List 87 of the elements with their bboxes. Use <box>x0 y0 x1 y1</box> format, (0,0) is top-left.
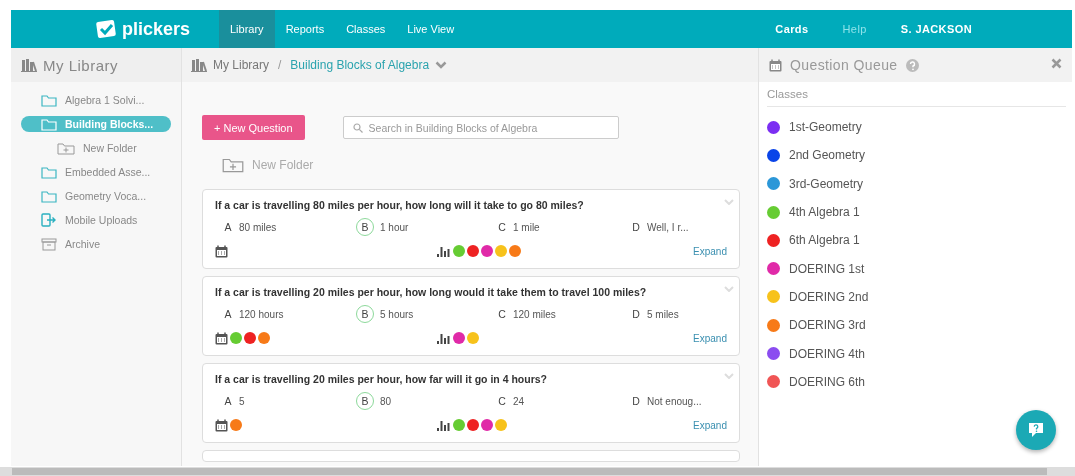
class-item[interactable]: DOERING 6th <box>767 367 1072 396</box>
archive-box-icon <box>41 237 57 251</box>
answer-text: 5 hours <box>380 308 414 320</box>
folder-icon <box>41 165 57 179</box>
close-icon <box>1051 58 1062 69</box>
nav-link[interactable]: S. JACKSON <box>900 23 972 35</box>
class-item[interactable]: 6th Algebra 1 <box>767 226 1072 255</box>
scrollbar-thumb[interactable] <box>12 468 1047 475</box>
sidebar-item[interactable]: Building Blocks... <box>21 116 171 132</box>
answer-text: 80 <box>380 395 392 407</box>
bar-chart-icon <box>437 419 451 431</box>
bar-chart-icon <box>437 245 451 257</box>
answer-text: 5 miles <box>647 308 679 320</box>
question-text: If a car is travelling 80 miles per hour, how long will it take to go 80 miles? <box>215 199 585 211</box>
folder-icon <box>41 189 57 203</box>
nav-tab[interactable]: Classes <box>335 10 397 48</box>
speech-bubble-icon <box>1028 422 1044 438</box>
expand-link[interactable]: Expand <box>693 332 727 344</box>
answer-letter: D <box>631 308 641 320</box>
sidebar-item[interactable]: Archive <box>21 232 171 256</box>
chevron-down-icon <box>724 373 734 379</box>
answer-text: 120 hours <box>239 308 284 320</box>
new-folder-link[interactable]: New Folder <box>252 158 314 172</box>
class-item[interactable]: 1st-Geometry <box>767 113 1072 142</box>
sidebar-item[interactable]: Geometry Voca... <box>21 184 171 208</box>
chat-help-button[interactable] <box>1016 410 1056 450</box>
sidebar-item[interactable]: Algebra 1 Solvi... <box>21 88 171 112</box>
answer-text: 80 miles <box>239 221 277 233</box>
answer-letter: C <box>497 308 507 320</box>
nav-tab[interactable]: Live View <box>396 10 466 48</box>
nav-link[interactable]: Cards <box>775 23 809 35</box>
folder-plus-icon <box>222 157 244 173</box>
folder-icon <box>41 93 57 107</box>
phone-arrow-icon <box>41 213 57 227</box>
nav-tab[interactable]: Library <box>219 10 275 48</box>
books-icon <box>21 58 37 72</box>
answer-letter: D <box>631 395 641 407</box>
expand-link[interactable]: Expand <box>693 419 727 431</box>
answer-text: 5 <box>239 395 245 407</box>
section-label: Classes <box>767 88 1066 107</box>
class-item[interactable]: DOERING 3rd <box>767 311 1072 340</box>
help-icon <box>905 58 919 72</box>
calendar-icon <box>215 418 228 432</box>
class-item[interactable]: 2nd Geometry <box>767 141 1072 170</box>
chevron-down-icon <box>724 286 734 292</box>
chevron-down-icon <box>724 199 734 205</box>
answer-text: Well, I r... <box>647 221 689 233</box>
calendar-icon <box>215 244 228 258</box>
panel-title: Question Queue <box>790 57 898 73</box>
answer-text: Not enoug... <box>647 395 702 407</box>
answer-letter: C <box>497 221 507 233</box>
search-field[interactable]: Search in Building Blocks of Algebra <box>342 116 619 139</box>
answer-letter: C <box>497 395 507 407</box>
folder-icon <box>41 117 57 131</box>
answer-letter: A <box>223 308 233 320</box>
answer-text: 1 hour <box>380 221 409 233</box>
nav-tab[interactable]: Reports <box>274 10 336 48</box>
expand-link[interactable]: Expand <box>693 245 727 257</box>
question-text: If a car is travelling 20 miles per hour, how long would it take them to travel 100 miles? <box>215 286 648 298</box>
answer-text: 120 miles <box>513 308 556 320</box>
folder-plus-icon <box>57 141 75 155</box>
answer-letter: A <box>223 395 233 407</box>
sidebar-item[interactable]: New Folder <box>21 136 171 160</box>
class-item[interactable]: DOERING 4th <box>767 339 1072 368</box>
sidebar-title: My Library <box>43 56 118 74</box>
sidebar-item[interactable]: Mobile Uploads <box>21 208 171 232</box>
class-item[interactable]: 4th Algebra 1 <box>767 197 1072 227</box>
bar-chart-icon <box>437 332 451 344</box>
class-item[interactable]: 3rd-Geometry <box>767 169 1072 198</box>
answer-letter: D <box>631 221 641 233</box>
answer-text: 24 <box>513 395 525 407</box>
question-text: If a car is travelling 20 miles per hour, how far will it go in 4 hours? <box>215 373 548 385</box>
breadcrumb-link[interactable]: My Library <box>213 58 269 72</box>
calendar-icon <box>215 331 228 345</box>
check-card-icon <box>95 19 117 39</box>
breadcrumb-separator: / <box>278 58 282 72</box>
new-question-button[interactable]: + New Question <box>202 115 305 140</box>
sidebar-item[interactable]: Embedded Asse... <box>21 160 171 184</box>
class-item[interactable]: DOERING 1st <box>767 254 1072 283</box>
breadcrumb-current: Building Blocks of Algebra <box>290 58 430 72</box>
books-icon <box>191 58 207 72</box>
chevron-down-icon <box>435 61 448 69</box>
class-item[interactable]: DOERING 2nd <box>767 282 1072 312</box>
logo-text: plickers <box>122 18 191 40</box>
calendar-icon <box>769 58 782 72</box>
answer-letter: A <box>223 221 233 233</box>
answer-text: 1 mile <box>513 221 540 233</box>
